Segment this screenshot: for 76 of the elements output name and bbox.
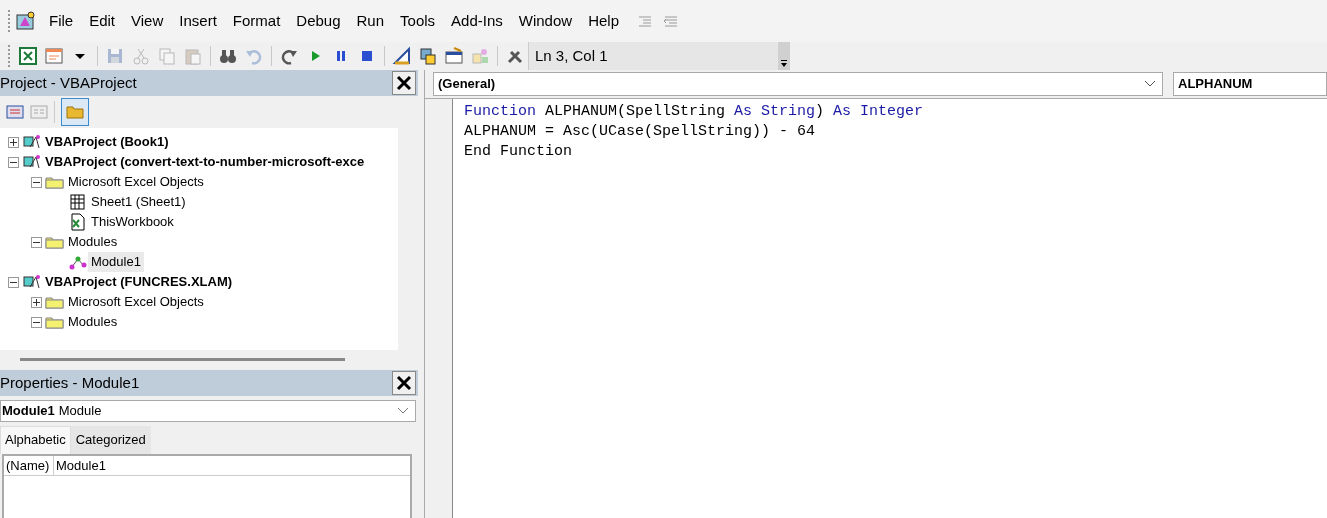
chevron-icon (397, 407, 409, 415)
expander-icon[interactable] (31, 316, 42, 328)
object-browser-icon (470, 46, 490, 66)
project-icon (22, 153, 42, 171)
code-line: End Function (464, 142, 574, 161)
ruler-triangle-icon (392, 46, 412, 66)
menu-item[interactable]: View (123, 9, 172, 33)
tree-item[interactable]: Microsoft Excel Objects (65, 292, 207, 312)
menu-item[interactable]: Window (510, 9, 581, 33)
paste-icon (183, 46, 203, 66)
worksheet-icon (68, 193, 88, 211)
property-name: (Name) (4, 455, 54, 475)
close-icon (396, 75, 412, 91)
menu-item[interactable]: Run (348, 9, 393, 33)
expander-icon[interactable] (8, 156, 19, 168)
object-dropdown[interactable]: Module1 Module (0, 400, 416, 422)
code-line: ALPHANUM = Asc(UCase(SpellString)) - 64 (464, 122, 817, 141)
spreadsheet-button[interactable] (17, 45, 39, 67)
project-icon (22, 273, 42, 291)
tree-item[interactable]: Modules (65, 312, 121, 332)
scrollbar-thumb[interactable] (20, 357, 345, 361)
expander-icon[interactable] (31, 176, 42, 188)
expander-icon[interactable] (31, 236, 42, 248)
expander-icon[interactable] (31, 296, 42, 308)
project-explorer-icon (418, 46, 438, 66)
code-line: Function ALPHANUM(SpellString As String) As Integer (464, 102, 925, 121)
menu-item[interactable]: Format (224, 9, 289, 33)
menu-item[interactable]: Edit (81, 9, 124, 33)
tab[interactable]: Categorized (70, 426, 151, 454)
properties-icon (444, 46, 464, 66)
vba-logo-icon (15, 10, 37, 32)
properties-button[interactable] (443, 45, 465, 67)
cursor-position: Ln 3, Col 1 (535, 45, 608, 66)
save-icon (105, 46, 125, 66)
tree-item[interactable]: Microsoft Excel Objects (65, 172, 207, 192)
menu-item[interactable]: Tools (392, 9, 444, 33)
object-type: Module (58, 403, 102, 419)
tree-item[interactable]: VBAProject (convert-text-to-number-microsoft-exce (42, 152, 368, 172)
tree-item[interactable]: Module1 (88, 252, 144, 272)
panel-title: Project - VBAProject (0, 72, 137, 93)
ruler-triangle-button[interactable] (391, 45, 413, 67)
close-button[interactable] (392, 371, 416, 395)
tab[interactable]: Alphabetic (0, 426, 71, 454)
project-explorer-button[interactable] (417, 45, 439, 67)
tree-item[interactable]: ThisWorkbook (88, 212, 177, 232)
caret-icon (75, 53, 85, 59)
object-combo[interactable]: (General) (433, 72, 1163, 96)
object-name: Module1 (2, 403, 55, 419)
menu-item[interactable]: Debug (288, 9, 349, 33)
procedure-combo[interactable]: ALPHANUM (1173, 72, 1327, 96)
expander-icon[interactable] (8, 136, 19, 148)
tree-item[interactable]: VBAProject (FUNCRES.XLAM) (42, 272, 236, 292)
menu-item[interactable]: Insert (171, 9, 225, 33)
expander-icon[interactable] (8, 276, 19, 288)
spreadsheet-icon (18, 46, 38, 66)
chevron-icon (1144, 80, 1156, 88)
tree-item[interactable]: Modules (65, 232, 121, 252)
cut-icon (131, 46, 151, 66)
close-icon (396, 375, 412, 391)
workbook-icon (68, 213, 88, 231)
code-editor[interactable]: Function ALPHANUM(SpellString As String) As Integer ALPHANUM = Asc(UCase(SpellString)) - 64 End Function (453, 99, 1327, 518)
overflow-icon (780, 60, 788, 68)
form-icon (44, 46, 64, 66)
panel-title: Properties - Module1 (0, 372, 140, 393)
folder-toggle-icon[interactable] (61, 98, 89, 126)
toolbar-options-button[interactable] (778, 42, 790, 70)
project-icon (22, 133, 42, 151)
tree-item[interactable]: VBAProject (Book1) (42, 132, 172, 152)
menu-item[interactable]: File (41, 9, 82, 33)
view-code-icon[interactable] (6, 104, 24, 120)
menu-item[interactable]: Help (580, 9, 627, 33)
close-button[interactable] (392, 71, 416, 95)
copy-icon (157, 46, 177, 66)
menu-item[interactable]: Add-Ins (443, 9, 511, 33)
tree-item[interactable]: Sheet1 (Sheet1) (88, 192, 189, 212)
property-value[interactable]: Module1 (54, 455, 106, 475)
